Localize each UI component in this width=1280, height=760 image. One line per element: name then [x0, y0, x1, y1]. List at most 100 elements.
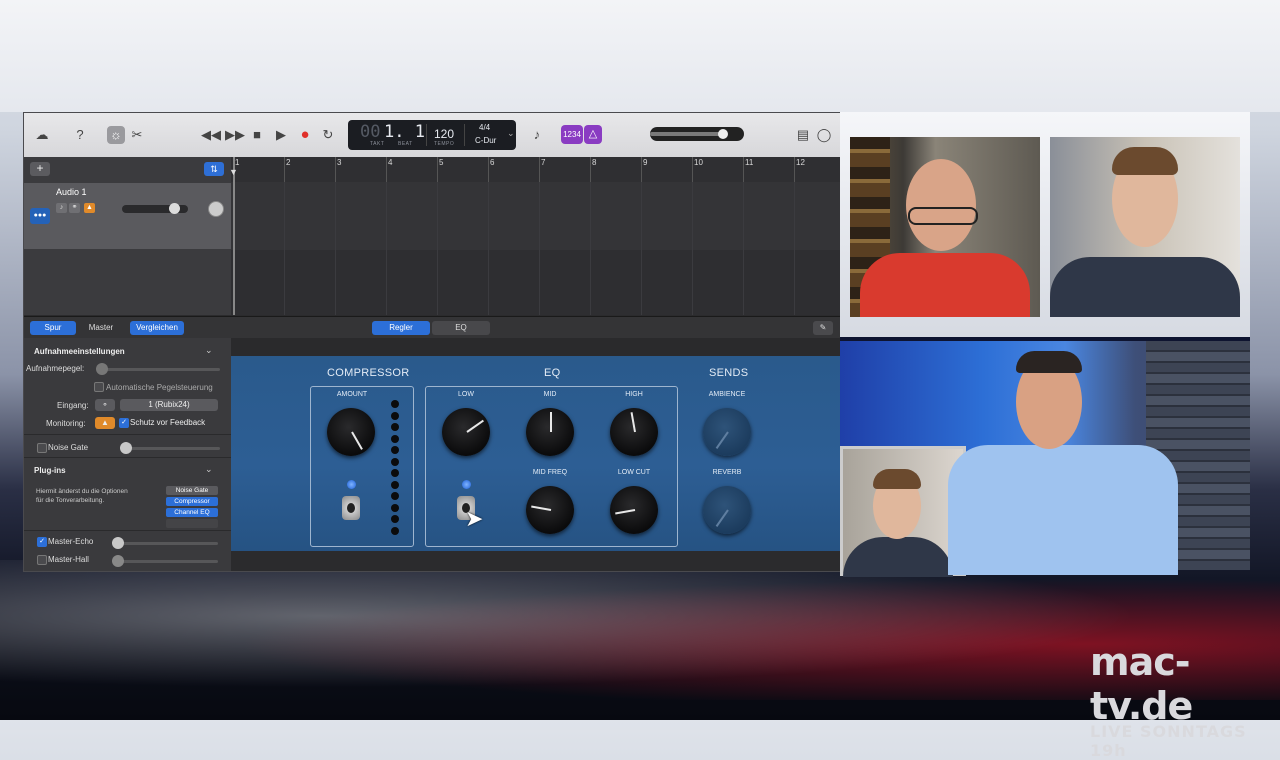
lcd-beat-label: BEAT	[398, 141, 413, 147]
low-cut-knob[interactable]	[610, 486, 658, 534]
smart-help-icon[interactable]: ✎	[813, 321, 833, 335]
tuner-icon[interactable]: ♪	[528, 126, 546, 144]
smart-filter-button[interactable]: ⇅	[204, 162, 224, 176]
collapse-chevron-icon[interactable]: ⌄	[205, 464, 213, 475]
video-tile-guest-1[interactable]	[850, 137, 1040, 317]
master-volume-knob[interactable]	[718, 129, 728, 139]
track-row[interactable]: ●●● Audio 1 ♪ ⚭ ▲	[24, 183, 231, 249]
compressor-power-led	[347, 480, 356, 489]
timeline-ruler[interactable]: 1 2 3 4 5 6 7 8 9 10 11 12	[231, 157, 840, 183]
grid-line	[641, 182, 642, 315]
noise-gate-knob[interactable]	[120, 442, 132, 454]
rewind-icon[interactable]: ◀◀	[201, 126, 221, 144]
track-volume-knob[interactable]	[169, 203, 180, 214]
feedback-checkbox[interactable]: ✓	[119, 418, 129, 428]
add-track-button[interactable]: +	[30, 162, 50, 176]
hair	[1016, 351, 1082, 373]
grid-line	[794, 182, 795, 315]
low-knob[interactable]	[442, 408, 490, 456]
meter-led	[391, 423, 399, 431]
auto-level-checkbox[interactable]	[94, 382, 104, 392]
master-hall-knob[interactable]	[112, 555, 124, 567]
video-tile-host[interactable]	[840, 341, 1250, 577]
headphones-icon[interactable]: ⚭	[69, 203, 80, 213]
editor-scissors-icon[interactable]: ✂	[128, 126, 146, 144]
smart-controls-icon[interactable]: ☼	[107, 126, 125, 144]
play-icon[interactable]: ▶	[272, 126, 290, 144]
ruler-number: 7	[541, 158, 546, 167]
brand-watermark: mac-tv.de LIVE SONNTAGS 19h	[1090, 640, 1280, 760]
meter-led	[391, 515, 399, 523]
mid-freq-knob[interactable]	[526, 486, 574, 534]
waveform-icon: ●●●	[30, 208, 50, 224]
stop-icon[interactable]: ■	[248, 126, 266, 144]
ambience-knob[interactable]	[703, 408, 751, 456]
ruler-number: 10	[694, 158, 703, 167]
master-hall-slider[interactable]	[112, 555, 218, 567]
tab-master[interactable]: Master	[78, 321, 124, 335]
lcd-display[interactable]: 00 1. 1 TAKT BEAT 120 TEMPO 4/4 C-Dur ⌄	[348, 120, 516, 150]
master-echo-knob[interactable]	[112, 537, 124, 549]
metronome-icon[interactable]: △	[584, 125, 602, 144]
ruler-number: 12	[796, 158, 805, 167]
meter-led	[391, 411, 399, 420]
pan-knob[interactable]	[208, 201, 224, 217]
ruler-number: 9	[643, 158, 648, 167]
low-cut-label: LOW CUT	[617, 469, 651, 476]
playhead-marker-icon[interactable]: ▼	[229, 167, 238, 177]
input-level-knob[interactable]	[96, 363, 108, 375]
meter-led	[391, 457, 399, 466]
ruler-tick	[284, 157, 285, 182]
input-level-slider[interactable]	[96, 363, 220, 375]
record-enable-icon[interactable]: ▲	[84, 203, 95, 213]
fast-forward-icon[interactable]: ▶▶	[225, 126, 245, 144]
track-volume-slider[interactable]	[122, 203, 188, 214]
cycle-icon[interactable]: ↻	[319, 126, 337, 144]
lcd-chevron-icon[interactable]: ⌄	[507, 128, 515, 139]
help-icon[interactable]: ?	[71, 126, 89, 144]
track-lanes[interactable]	[231, 182, 840, 315]
input-format-button[interactable]: ⚬	[95, 399, 115, 411]
ruler-tick	[335, 157, 336, 182]
master-volume-slider[interactable]	[650, 127, 744, 141]
collapse-chevron-icon[interactable]: ⌄	[205, 345, 213, 356]
master-hall-checkbox[interactable]	[37, 555, 47, 565]
track-name[interactable]: Audio 1	[56, 187, 87, 197]
noise-gate-checkbox[interactable]	[37, 443, 47, 453]
plugin-empty-slot[interactable]	[166, 519, 218, 528]
plugin-noise-gate[interactable]: Noise Gate	[166, 486, 218, 495]
audio-lane[interactable]	[231, 182, 840, 250]
monitoring-label: Monitoring:	[46, 419, 86, 428]
reverb-knob[interactable]	[703, 486, 751, 534]
plugin-compressor[interactable]: Compressor	[166, 497, 218, 506]
tab-eq[interactable]: EQ	[432, 321, 490, 335]
amount-knob[interactable]	[327, 408, 375, 456]
plugins-title[interactable]: Plug-ins	[34, 466, 66, 475]
input-select[interactable]: 1 (Rubix24)	[120, 399, 218, 411]
master-echo-slider[interactable]	[112, 537, 218, 549]
high-knob[interactable]	[610, 408, 658, 456]
tab-regler[interactable]: Regler	[372, 321, 430, 335]
smart-controls-panel: COMPRESSOR EQ SENDS AMOUNT LOW MID HIGH …	[231, 338, 840, 571]
mid-knob[interactable]	[526, 408, 574, 456]
monitoring-button[interactable]: ▲	[95, 417, 115, 429]
grid-line	[284, 182, 285, 315]
master-echo-checkbox[interactable]: ✓	[37, 537, 47, 547]
video-tile-guest-2[interactable]	[1050, 137, 1240, 317]
library-icon[interactable]: ☁	[33, 126, 51, 144]
playhead[interactable]	[233, 157, 235, 315]
plugin-channel-eq[interactable]: Channel EQ	[166, 508, 218, 517]
tab-vergleichen[interactable]: Vergleichen	[130, 321, 184, 335]
lcd-tempo: 120	[434, 127, 455, 141]
record-icon[interactable]: ●	[296, 126, 314, 144]
mouse-cursor-icon: ➤	[465, 506, 484, 531]
noise-gate-slider[interactable]	[120, 442, 220, 454]
compressor-toggle[interactable]	[342, 496, 360, 520]
ruler-number: 4	[388, 158, 393, 167]
loop-browser-icon[interactable]: ◯	[815, 126, 833, 144]
mute-icon[interactable]: ♪	[56, 203, 67, 213]
count-in-button[interactable]: 1234	[561, 125, 583, 144]
tab-spur[interactable]: Spur	[30, 321, 76, 335]
notepad-icon[interactable]: ▤	[794, 126, 812, 144]
recording-settings-title[interactable]: Aufnahmeeinstellungen	[34, 347, 125, 356]
